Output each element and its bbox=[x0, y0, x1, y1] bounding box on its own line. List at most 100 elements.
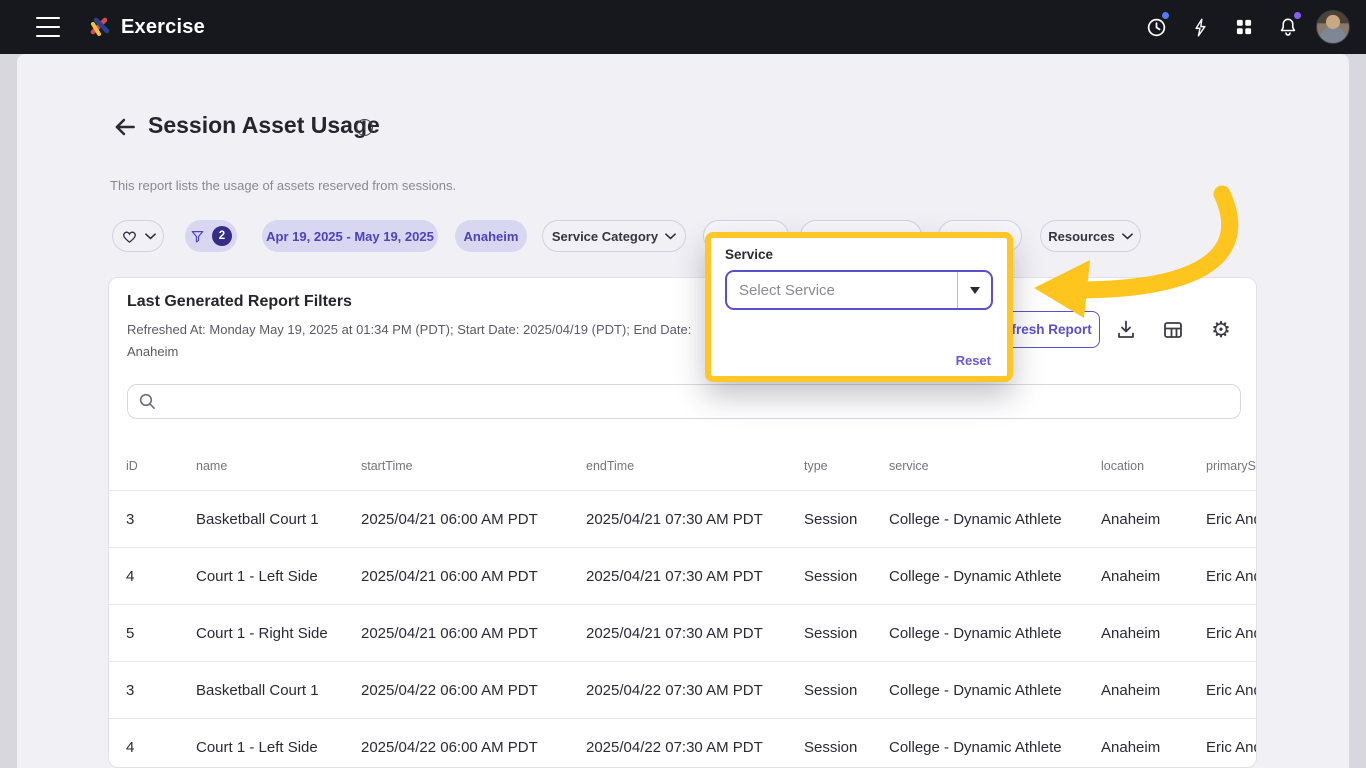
table-cell: 5 bbox=[126, 624, 135, 642]
chevron-down-icon bbox=[1121, 232, 1133, 240]
table-cell: Session bbox=[804, 567, 858, 585]
table-cell: Basketball Court 1 bbox=[196, 510, 319, 528]
table-cell: 4 bbox=[126, 567, 135, 585]
table-cell: 4 bbox=[126, 738, 135, 756]
table-cell: College - Dynamic Athlete bbox=[889, 624, 1062, 642]
favorites-filter-button[interactable] bbox=[112, 220, 164, 252]
table-cell: 2025/04/22 06:00 AM PDT bbox=[361, 681, 538, 699]
heart-icon bbox=[121, 228, 138, 244]
column-header[interactable]: endTime bbox=[586, 459, 804, 473]
table-cell: 2025/04/21 06:00 AM PDT bbox=[361, 567, 538, 585]
table-cell: 2025/04/22 07:30 AM PDT bbox=[586, 738, 763, 756]
location-filter[interactable]: Anaheim bbox=[455, 220, 527, 252]
column-header[interactable]: startTime bbox=[361, 459, 586, 473]
table-cell: Session bbox=[804, 738, 858, 756]
table-cell: 2025/04/21 06:00 AM PDT bbox=[361, 510, 538, 528]
table-cell: 2025/04/22 07:30 AM PDT bbox=[586, 681, 763, 699]
reset-link[interactable]: Reset bbox=[956, 353, 991, 368]
top-bar: Exercise bbox=[0, 0, 1366, 54]
table-cell: Eric And bbox=[1206, 510, 1256, 528]
table-cell: Court 1 - Left Side bbox=[196, 567, 318, 585]
table-row[interactable]: 3 Basketball Court 1 2025/04/21 06:00 AM P… bbox=[109, 491, 1256, 548]
table-cell: Basketball Court 1 bbox=[196, 681, 319, 699]
funnel-icon bbox=[190, 229, 205, 244]
table-cell: 3 bbox=[126, 510, 135, 528]
table-cell: Eric And bbox=[1206, 738, 1256, 756]
back-button[interactable] bbox=[112, 114, 138, 140]
table-cell: Session bbox=[804, 681, 858, 699]
table-header-row: iD name startTime endTime type service locatio… bbox=[109, 442, 1256, 491]
table-cell: Anaheim bbox=[1101, 567, 1161, 585]
brand[interactable]: Exercise bbox=[88, 0, 205, 54]
service-category-label: Service Category bbox=[551, 228, 659, 244]
caret-down-icon bbox=[969, 286, 980, 294]
user-avatar[interactable] bbox=[1316, 10, 1350, 44]
select-caret[interactable] bbox=[957, 272, 991, 308]
download-button[interactable] bbox=[1113, 317, 1139, 343]
table-cell: College - Dynamic Athlete bbox=[889, 738, 1062, 756]
chevron-down-icon bbox=[144, 232, 156, 240]
table-view-button[interactable] bbox=[1160, 317, 1186, 343]
table-cell: 2025/04/21 07:30 AM PDT bbox=[586, 624, 763, 642]
table-cell: Eric And bbox=[1206, 681, 1256, 699]
service-popup-label: Service bbox=[725, 247, 774, 262]
page-title: Session Asset Usage bbox=[148, 112, 380, 138]
table-row[interactable]: 4 Court 1 - Left Side 2025/04/21 06:00 AM … bbox=[109, 548, 1256, 605]
table-body: 3 Basketball Court 1 2025/04/21 06:00 AM P… bbox=[109, 491, 1256, 767]
notifications-bell-button[interactable] bbox=[1266, 0, 1310, 54]
history-button[interactable] bbox=[1134, 0, 1178, 54]
column-header[interactable]: location bbox=[1101, 459, 1206, 473]
app-logo-icon bbox=[88, 15, 112, 39]
info-icon[interactable]: i bbox=[356, 119, 373, 136]
column-header[interactable]: service bbox=[889, 459, 1101, 473]
search-input[interactable] bbox=[165, 393, 1230, 410]
table-row[interactable]: 5 Court 1 - Right Side 2025/04/21 06:00 AM… bbox=[109, 605, 1256, 662]
table-cell: Anaheim bbox=[1101, 624, 1161, 642]
table-cell: 2025/04/22 06:00 AM PDT bbox=[361, 738, 538, 756]
chevron-down-icon bbox=[665, 232, 676, 240]
date-range-label: Apr 19, 2025 - May 19, 2025 bbox=[266, 228, 434, 244]
table-cell: Anaheim bbox=[1101, 681, 1161, 699]
resources-filter[interactable]: Resources bbox=[1040, 220, 1141, 252]
service-category-filter[interactable]: Service Category bbox=[542, 220, 686, 252]
table-cell: 3 bbox=[126, 681, 135, 699]
column-header[interactable]: type bbox=[804, 459, 889, 473]
table-cell: Session bbox=[804, 510, 858, 528]
table-cell: 2025/04/21 06:00 AM PDT bbox=[361, 624, 538, 642]
table-row[interactable]: 4 Court 1 - Left Side 2025/04/22 06:00 AM … bbox=[109, 719, 1256, 767]
column-header[interactable]: iD bbox=[126, 459, 196, 473]
notification-dot bbox=[1294, 12, 1301, 19]
date-range-filter[interactable]: Apr 19, 2025 - May 19, 2025 bbox=[262, 220, 438, 252]
filter-count-badge: 2 bbox=[212, 226, 232, 246]
service-select-placeholder: Select Service bbox=[739, 281, 835, 299]
table-cell: Eric And bbox=[1206, 567, 1256, 585]
table-cell: Court 1 - Left Side bbox=[196, 738, 318, 756]
table-cell: Court 1 - Right Side bbox=[196, 624, 328, 642]
service-select[interactable]: Select Service bbox=[725, 270, 993, 310]
filters-count-button[interactable]: 2 bbox=[185, 220, 237, 252]
apps-grid-button[interactable] bbox=[1222, 0, 1266, 54]
quick-actions-button[interactable] bbox=[1178, 0, 1222, 54]
report-card: Last Generated Report Filters Refreshed … bbox=[108, 277, 1257, 768]
settings-gear-button[interactable]: ⚙ bbox=[1208, 317, 1234, 343]
column-header[interactable]: primarySt bbox=[1206, 459, 1256, 473]
service-filter-popup: Service Select Service Reset bbox=[705, 232, 1013, 382]
table-cell: College - Dynamic Athlete bbox=[889, 567, 1062, 585]
search-icon bbox=[138, 392, 157, 411]
page-subtitle: This report lists the usage of assets re… bbox=[110, 178, 457, 193]
report-card-title: Last Generated Report Filters bbox=[127, 293, 352, 310]
table-cell: Session bbox=[804, 624, 858, 642]
table-cell: Anaheim bbox=[1101, 738, 1161, 756]
notification-dot bbox=[1162, 12, 1169, 19]
table-cell: 2025/04/21 07:30 AM PDT bbox=[586, 510, 763, 528]
table-row[interactable]: 3 Basketball Court 1 2025/04/22 06:00 AM P… bbox=[109, 662, 1256, 719]
app-name: Exercise bbox=[121, 15, 205, 38]
table-cell: Anaheim bbox=[1101, 510, 1161, 528]
table-cell: College - Dynamic Athlete bbox=[889, 510, 1062, 528]
table-search[interactable] bbox=[127, 384, 1241, 419]
column-header[interactable]: name bbox=[196, 459, 361, 473]
hamburger-menu-icon[interactable] bbox=[36, 17, 60, 37]
table-cell: College - Dynamic Athlete bbox=[889, 681, 1062, 699]
resources-filter-label: Resources bbox=[1048, 228, 1115, 244]
results-table: iD name startTime endTime type service locatio… bbox=[109, 442, 1256, 767]
